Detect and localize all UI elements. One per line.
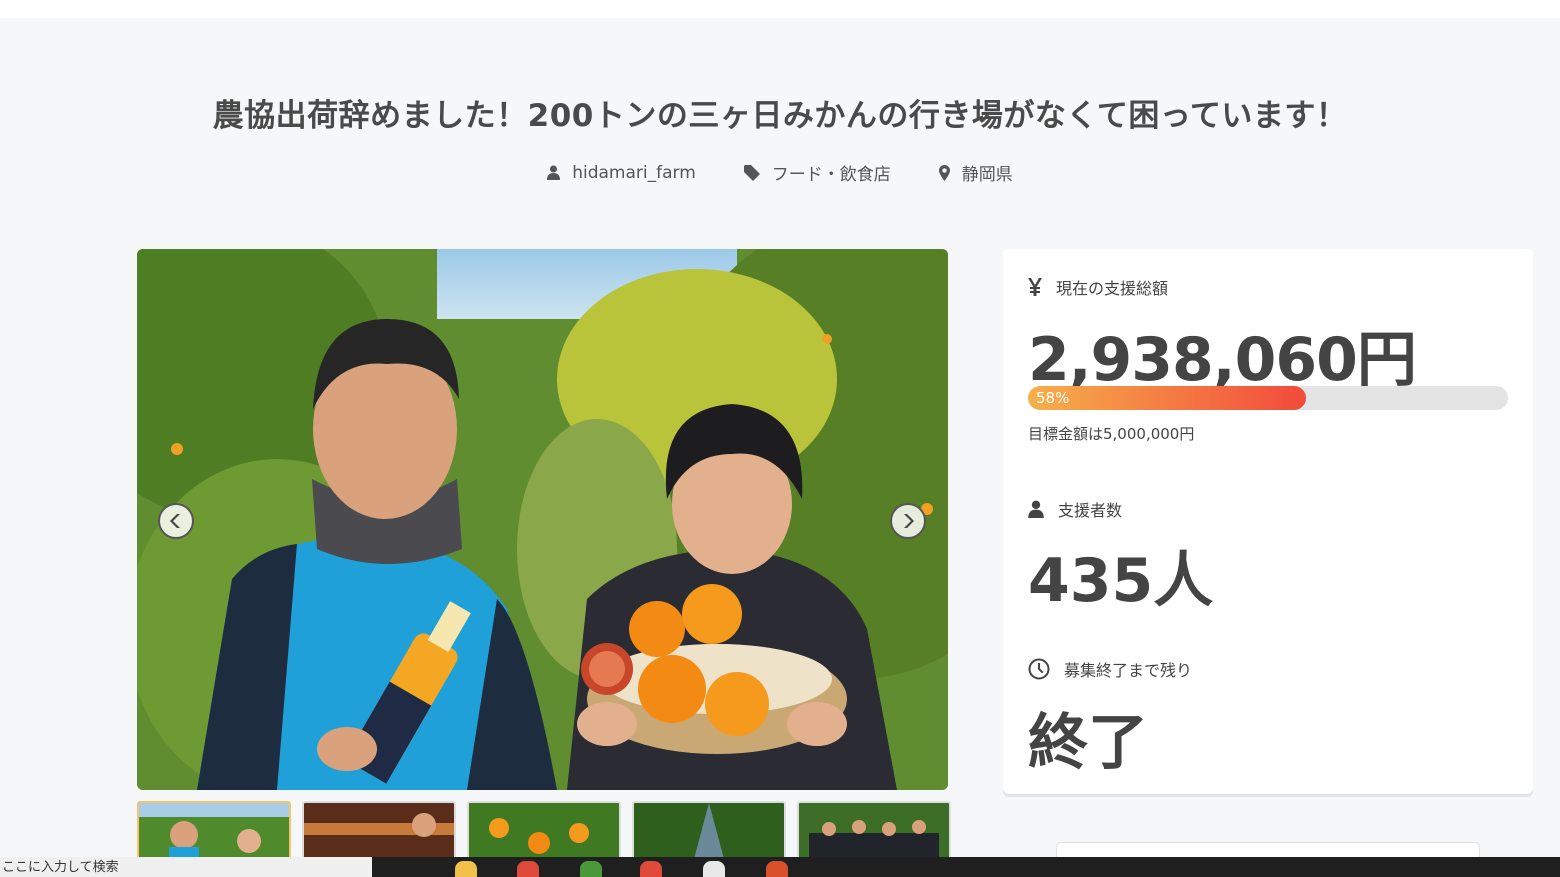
chevron-left-icon bbox=[170, 514, 180, 528]
gallery-thumbnails bbox=[137, 801, 951, 861]
owner-name: hidamari_farm bbox=[572, 162, 696, 183]
yen-icon bbox=[1028, 278, 1042, 296]
goal-amount: 目標金額は5,000,000円 bbox=[1028, 425, 1195, 443]
funding-stats-panel: 現在の支援総額 2,938,060円 58% 目標金額は5,000,000円 支… bbox=[1003, 249, 1533, 794]
tag-icon bbox=[743, 164, 760, 181]
chrome-icon[interactable] bbox=[640, 861, 662, 877]
main-project-image[interactable] bbox=[137, 249, 948, 790]
location-link[interactable]: 静岡県 bbox=[938, 160, 1013, 185]
carousel-prev-button[interactable] bbox=[158, 503, 194, 539]
carousel-next-button[interactable] bbox=[890, 503, 926, 539]
app-icon[interactable] bbox=[580, 861, 602, 877]
amount-label: 現在の支援総額 bbox=[1028, 275, 1168, 299]
thumbnail-image bbox=[139, 803, 289, 859]
gallery-thumbnail[interactable] bbox=[632, 801, 786, 861]
gallery-thumbnail[interactable] bbox=[467, 801, 621, 861]
progress-bar-fill: 58% bbox=[1028, 386, 1307, 410]
supporters-value: 435人 bbox=[1028, 546, 1214, 616]
chevron-right-icon bbox=[904, 514, 914, 528]
folder-icon[interactable] bbox=[455, 861, 477, 877]
thumbnail-image bbox=[634, 803, 784, 859]
app-icon[interactable] bbox=[766, 861, 788, 877]
thumbnail-image bbox=[799, 803, 949, 859]
browser-top-strip bbox=[0, 0, 1560, 18]
progress-percent: 58% bbox=[1036, 389, 1070, 407]
amount-value: 2,938,060円 bbox=[1028, 325, 1417, 395]
gallery-thumbnail[interactable] bbox=[797, 801, 951, 861]
progress-bar: 58% bbox=[1028, 386, 1508, 410]
thumbnail-image bbox=[304, 803, 454, 859]
os-taskbar: ここに入力して検索 bbox=[0, 857, 1560, 877]
chrome-icon[interactable] bbox=[517, 861, 539, 877]
remaining-label: 募集終了まで残り bbox=[1028, 657, 1192, 681]
taskbar-search-input[interactable]: ここに入力して検索 bbox=[0, 857, 372, 877]
project-meta: hidamari_farm フード・飲食店 静岡県 bbox=[0, 160, 1560, 185]
location-name: 静岡県 bbox=[961, 165, 1013, 185]
gallery-thumbnail[interactable] bbox=[302, 801, 456, 861]
supporters-label-text: 支援者数 bbox=[1058, 501, 1123, 520]
project-title: 農協出荷辞めました！200トンの三ヶ日みかんの行き場がなくて困っています！ bbox=[212, 98, 1348, 134]
farm-photo bbox=[137, 249, 948, 790]
owner-link[interactable]: hidamari_farm bbox=[547, 160, 696, 185]
remaining-label-text: 募集終了まで残り bbox=[1064, 661, 1193, 680]
user-icon bbox=[547, 165, 561, 180]
clock-icon bbox=[1028, 658, 1050, 680]
remaining-value: 終了 bbox=[1028, 708, 1148, 778]
thumbnail-image bbox=[469, 803, 619, 859]
map-pin-icon bbox=[938, 164, 950, 181]
supporters-label: 支援者数 bbox=[1028, 497, 1122, 521]
gallery-thumbnail[interactable] bbox=[137, 801, 291, 861]
category-name: フード・飲食店 bbox=[771, 165, 891, 185]
app-icon[interactable] bbox=[703, 861, 725, 877]
user-icon bbox=[1028, 500, 1044, 518]
amount-label-text: 現在の支援総額 bbox=[1056, 279, 1169, 298]
category-link[interactable]: フード・飲食店 bbox=[743, 160, 891, 185]
